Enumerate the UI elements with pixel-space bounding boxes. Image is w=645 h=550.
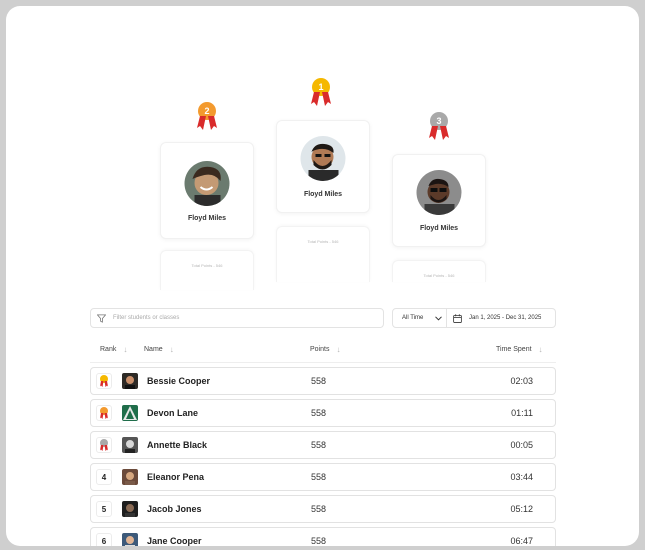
chevron-down-icon	[435, 316, 442, 321]
student-points: 558	[311, 536, 327, 546]
header-points-label: Points	[310, 346, 330, 353]
medal-gold-icon	[99, 375, 109, 387]
rank-cell: 5	[96, 501, 112, 517]
student-name: Annette Black	[147, 440, 208, 450]
app-window: 2 Floyd Miles Total Points - 546 1 Floyd…	[6, 6, 639, 546]
time-spent: 00:05	[510, 440, 533, 450]
period-value: All Time	[402, 315, 424, 321]
student-name: Eleanor Pena	[147, 472, 205, 482]
podium-card[interactable]: Floyd Miles	[392, 154, 486, 247]
table-row[interactable]: 5 Jacob Jones 558 05:12	[90, 495, 556, 523]
podium-name: Floyd Miles	[187, 215, 227, 222]
table-row[interactable]: Devon Lane 558 01:11	[90, 399, 556, 427]
header-time-label: Time Spent	[496, 346, 532, 353]
avatar	[184, 161, 230, 206]
table-row[interactable]: 6 Jane Cooper 558 06:47	[90, 527, 556, 546]
time-spent: 02:03	[510, 376, 533, 386]
sort-arrow-icon: ↓	[538, 345, 543, 354]
student-points: 558	[311, 376, 327, 386]
student-name: Devon Lane	[147, 408, 199, 418]
rank-cell	[96, 373, 112, 389]
podium-card[interactable]: Floyd Miles	[276, 120, 370, 213]
date-range-value: Jan 1, 2025 - Dec 31, 2025	[469, 315, 542, 321]
podium-name: Floyd Miles	[419, 225, 459, 232]
avatar	[122, 469, 138, 485]
podium-points: Total Points - 546	[191, 263, 223, 268]
student-points: 558	[311, 440, 327, 450]
sort-arrow-icon: ↓	[336, 345, 341, 354]
podium-third: 3 Floyd Miles Total Points - 546	[392, 112, 486, 282]
search-input[interactable]: Filter students or classes	[90, 308, 384, 328]
avatar	[416, 170, 462, 215]
student-name: Jane Cooper	[147, 536, 202, 546]
avatar	[122, 501, 138, 517]
avatar	[122, 373, 138, 389]
time-spent: 03:44	[510, 472, 533, 482]
student-points: 558	[311, 472, 327, 482]
podium-second: 2 Floyd Miles Total Points - 546	[160, 102, 254, 290]
table-row[interactable]: 4 Eleanor Pena 558 03:44	[90, 463, 556, 491]
calendar-icon	[453, 314, 462, 323]
sort-arrow-icon: ↓	[123, 345, 128, 354]
header-points[interactable]: Points ↓	[310, 345, 340, 354]
student-points: 558	[311, 504, 327, 514]
time-spent: 06:47	[510, 536, 533, 546]
rank-cell: 6	[96, 533, 112, 546]
rank-cell: 4	[96, 469, 112, 485]
rank-cell	[96, 437, 112, 453]
period-select[interactable]: All Time	[392, 308, 447, 328]
podium-points-card: Total Points - 546	[276, 226, 370, 282]
student-name: Bessie Cooper	[147, 376, 211, 386]
medal-silver-icon	[99, 439, 109, 451]
time-spent: 01:11	[511, 408, 533, 418]
student-points: 558	[311, 408, 327, 418]
medal-gold-icon: 1	[310, 78, 332, 108]
header-rank-label: Rank	[100, 346, 117, 353]
time-spent: 05:12	[510, 504, 533, 514]
avatar	[122, 405, 138, 421]
filter-icon	[97, 314, 106, 323]
avatar	[122, 437, 138, 453]
podium-points: Total Points - 546	[423, 273, 455, 278]
medal-bronze-icon: 3	[428, 112, 450, 142]
date-range-picker[interactable]: Jan 1, 2025 - Dec 31, 2025	[447, 308, 556, 328]
header-time[interactable]: Time Spent ↓	[496, 345, 543, 354]
sort-arrow-icon: ↓	[169, 345, 174, 354]
divider	[90, 362, 556, 363]
table-row[interactable]: Bessie Cooper 558 02:03	[90, 367, 556, 395]
rank-cell	[96, 405, 112, 421]
search-placeholder: Filter students or classes	[113, 315, 180, 321]
podium-card[interactable]: Floyd Miles	[160, 142, 254, 239]
podium-name: Floyd Miles	[303, 191, 343, 198]
avatar	[122, 533, 138, 546]
podium-first: 1 Floyd Miles Total Points - 546	[276, 78, 370, 282]
avatar	[300, 136, 346, 181]
table-row[interactable]: Annette Black 558 00:05	[90, 431, 556, 459]
podium-points-card: Total Points - 546	[160, 250, 254, 290]
podium-points: Total Points - 546	[307, 239, 339, 244]
medal-bronze-icon	[99, 407, 109, 419]
podium-points-card: Total Points - 546	[392, 260, 486, 282]
header-rank[interactable]: Rank ↓	[100, 345, 127, 354]
medal-silver-icon: 2	[196, 102, 218, 132]
header-name[interactable]: Name ↓	[144, 345, 174, 354]
header-name-label: Name	[144, 346, 163, 353]
student-name: Jacob Jones	[147, 504, 202, 514]
